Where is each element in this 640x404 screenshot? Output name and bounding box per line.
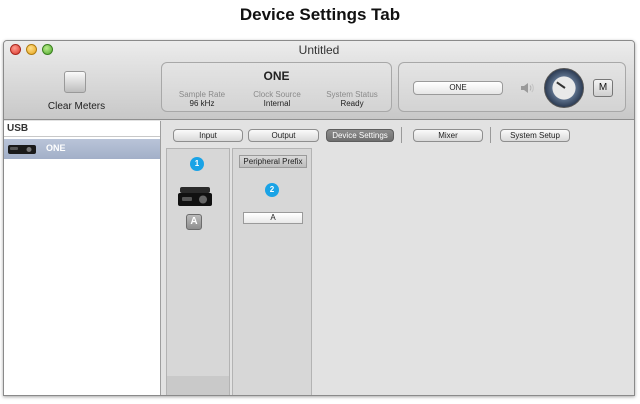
sample-rate-info: Sample Rate 96 kHz	[164, 90, 240, 109]
speaker-icon	[521, 83, 534, 93]
system-status-label: System Status	[326, 90, 378, 99]
tab-mixer[interactable]: Mixer	[413, 129, 483, 142]
page-heading: Device Settings Tab	[239, 5, 401, 24]
device-info-panel: ONE Sample Rate 96 kHz Clock Source Inte…	[161, 62, 392, 112]
sidebar-item-label: ONE	[46, 143, 66, 153]
app-window: Untitled Clear Meters ONE Sample Rate 96…	[3, 40, 635, 396]
system-status-value: Ready	[340, 99, 364, 108]
sidebar: USB ONE	[4, 121, 161, 395]
tab-system-setup[interactable]: System Setup	[500, 129, 570, 142]
peripheral-prefix-header: Peripheral Prefix	[239, 155, 307, 168]
sidebar-item-one[interactable]: ONE	[4, 139, 160, 159]
toolbar: Untitled Clear Meters ONE Sample Rate 96…	[4, 41, 634, 120]
clock-source-info: Clock Source Internal	[239, 90, 315, 109]
volume-knob[interactable]	[544, 68, 584, 108]
system-status-info: System Status Ready	[314, 90, 390, 109]
clock-source-label: Clock Source	[253, 90, 301, 99]
tab-separator	[401, 127, 402, 143]
clock-source-value: Internal	[263, 99, 291, 108]
device-name: ONE	[263, 69, 290, 83]
tab-input[interactable]: Input	[173, 129, 243, 142]
clear-meters-button[interactable]	[64, 71, 86, 93]
device-letter-button[interactable]: A	[186, 214, 202, 230]
sample-rate-label: Sample Rate	[178, 90, 226, 99]
clear-meters-label: Clear Meters	[47, 101, 106, 112]
peripheral-column: Peripheral Prefix 2 A	[232, 148, 312, 395]
badge-step-2: 2	[265, 183, 279, 197]
content-area	[313, 148, 634, 395]
tab-output[interactable]: Output	[248, 129, 319, 142]
audio-device-icon	[8, 145, 36, 154]
tab-device-settings[interactable]: Device Settings	[326, 129, 394, 142]
tab-separator	[490, 127, 491, 143]
monitor-control-panel: ONE M	[398, 62, 626, 112]
peripheral-prefix-field[interactable]: A	[243, 212, 303, 224]
badge-step-1: 1	[190, 157, 204, 171]
sidebar-header-usb: USB	[4, 121, 160, 137]
knob-indicator	[556, 81, 566, 89]
mute-button[interactable]: M	[593, 79, 613, 97]
audio-interface-icon	[178, 187, 212, 206]
sample-rate-value: 96 kHz	[189, 99, 215, 108]
window-title: Untitled	[298, 43, 340, 57]
tab-bar: Input Output Device Settings Mixer Syste…	[161, 121, 634, 147]
device-column: 1 A	[166, 148, 230, 395]
main-panel: Input Output Device Settings Mixer Syste…	[161, 121, 634, 395]
device-column-footer	[167, 376, 229, 395]
device-selector[interactable]: ONE	[413, 81, 503, 95]
